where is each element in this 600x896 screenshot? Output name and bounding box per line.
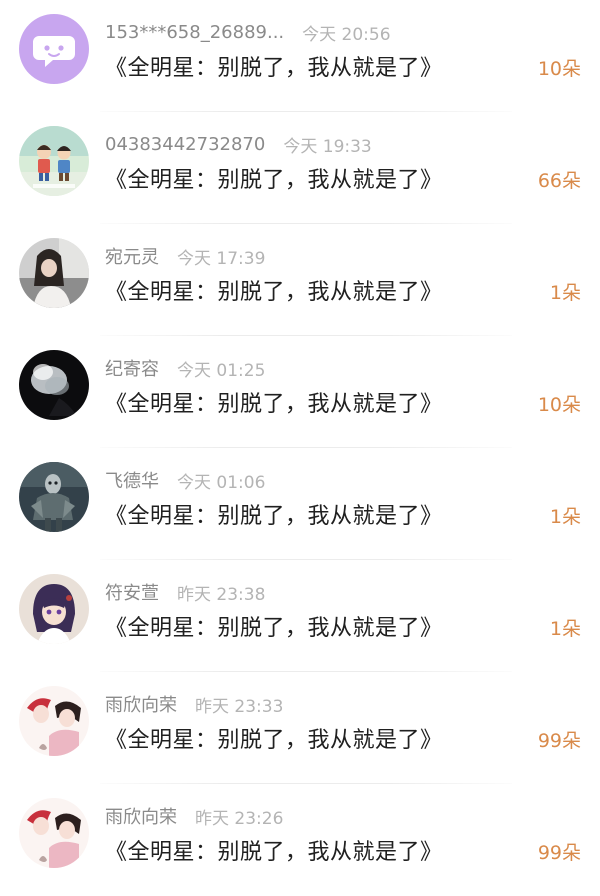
meta-line: 雨欣向荣 昨天 23:33 — [105, 690, 283, 718]
girl-photo-avatar-icon — [19, 238, 89, 308]
meta-line: 纪寄容 今天 01:25 — [105, 354, 265, 382]
avatar[interactable] — [19, 798, 89, 868]
flower-count: 1朵 — [549, 282, 581, 304]
book-title[interactable]: 《全明星：别脱了，我从就是了》 — [105, 162, 443, 194]
cartoon-kids-avatar-icon — [19, 126, 89, 196]
user-name[interactable]: 153***658_26889... — [105, 22, 284, 43]
meta-line: 飞德华 今天 01:06 — [105, 466, 265, 494]
user-name[interactable]: 雨欣向荣 — [105, 803, 177, 829]
list-item[interactable]: 符安萱 昨天 23:38 《全明星：别脱了，我从就是了》 1朵 — [0, 560, 600, 672]
user-name[interactable]: 雨欣向荣 — [105, 691, 177, 717]
anime-couple-avatar-icon — [19, 798, 89, 868]
timestamp: 今天 20:56 — [302, 24, 391, 45]
flower-count: 1朵 — [549, 618, 581, 640]
timestamp: 今天 19:33 — [283, 136, 372, 157]
book-title[interactable]: 《全明星：别脱了，我从就是了》 — [105, 274, 443, 306]
timestamp: 今天 01:06 — [177, 472, 266, 493]
meta-line: 符安萱 昨天 23:38 — [105, 578, 265, 606]
avatar[interactable] — [19, 686, 89, 756]
timestamp: 昨天 23:33 — [195, 696, 284, 717]
book-title[interactable]: 《全明星：别脱了，我从就是了》 — [105, 610, 443, 642]
flower-count: 99朵 — [537, 730, 581, 752]
list-item[interactable]: 纪寄容 今天 01:25 《全明星：别脱了，我从就是了》 10朵 — [0, 336, 600, 448]
book-title[interactable]: 《全明星：别脱了，我从就是了》 — [105, 50, 443, 82]
book-title[interactable]: 《全明星：别脱了，我从就是了》 — [105, 834, 443, 866]
default-chat-avatar-icon — [19, 14, 89, 84]
list-item[interactable]: 雨欣向荣 昨天 23:26 《全明星：别脱了，我从就是了》 99朵 — [0, 784, 600, 896]
meta-line: 宛元灵 今天 17:39 — [105, 242, 265, 270]
gift-record-list: 153***658_26889... 今天 20:56 《全明星：别脱了，我从就… — [0, 0, 600, 896]
avatar[interactable] — [19, 350, 89, 420]
flower-count: 99朵 — [537, 842, 581, 864]
smoke-dark-avatar-icon — [19, 350, 89, 420]
timestamp: 今天 01:25 — [177, 360, 266, 381]
timestamp: 昨天 23:38 — [177, 584, 266, 605]
flower-count: 1朵 — [549, 506, 581, 528]
user-name[interactable]: 符安萱 — [105, 579, 159, 605]
avatar[interactable] — [19, 126, 89, 196]
avatar[interactable] — [19, 574, 89, 644]
list-item[interactable]: 飞德华 今天 01:06 《全明星：别脱了，我从就是了》 1朵 — [0, 448, 600, 560]
armored-warrior-avatar-icon — [19, 462, 89, 532]
timestamp: 今天 17:39 — [177, 248, 266, 269]
anime-girl-avatar-icon — [19, 574, 89, 644]
timestamp: 昨天 23:26 — [195, 808, 284, 829]
book-title[interactable]: 《全明星：别脱了，我从就是了》 — [105, 386, 443, 418]
list-item[interactable]: 153***658_26889... 今天 20:56 《全明星：别脱了，我从就… — [0, 0, 600, 112]
list-item[interactable]: 雨欣向荣 昨天 23:33 《全明星：别脱了，我从就是了》 99朵 — [0, 672, 600, 784]
book-title[interactable]: 《全明星：别脱了，我从就是了》 — [105, 498, 443, 530]
list-item[interactable]: 宛元灵 今天 17:39 《全明星：别脱了，我从就是了》 1朵 — [0, 224, 600, 336]
user-name[interactable]: 04383442732870 — [105, 134, 265, 155]
user-name[interactable]: 宛元灵 — [105, 243, 159, 269]
flower-count: 10朵 — [537, 394, 581, 416]
book-title[interactable]: 《全明星：别脱了，我从就是了》 — [105, 722, 443, 754]
user-name[interactable]: 纪寄容 — [105, 355, 159, 381]
user-name[interactable]: 飞德华 — [105, 467, 159, 493]
avatar[interactable] — [19, 238, 89, 308]
anime-couple-avatar-icon — [19, 686, 89, 756]
avatar[interactable] — [19, 14, 89, 84]
meta-line: 04383442732870 今天 19:33 — [105, 130, 372, 158]
meta-line: 雨欣向荣 昨天 23:26 — [105, 802, 283, 830]
avatar[interactable] — [19, 462, 89, 532]
meta-line: 153***658_26889... 今天 20:56 — [105, 18, 391, 46]
list-item[interactable]: 04383442732870 今天 19:33 《全明星：别脱了，我从就是了》 … — [0, 112, 600, 224]
flower-count: 10朵 — [537, 58, 581, 80]
flower-count: 66朵 — [537, 170, 581, 192]
